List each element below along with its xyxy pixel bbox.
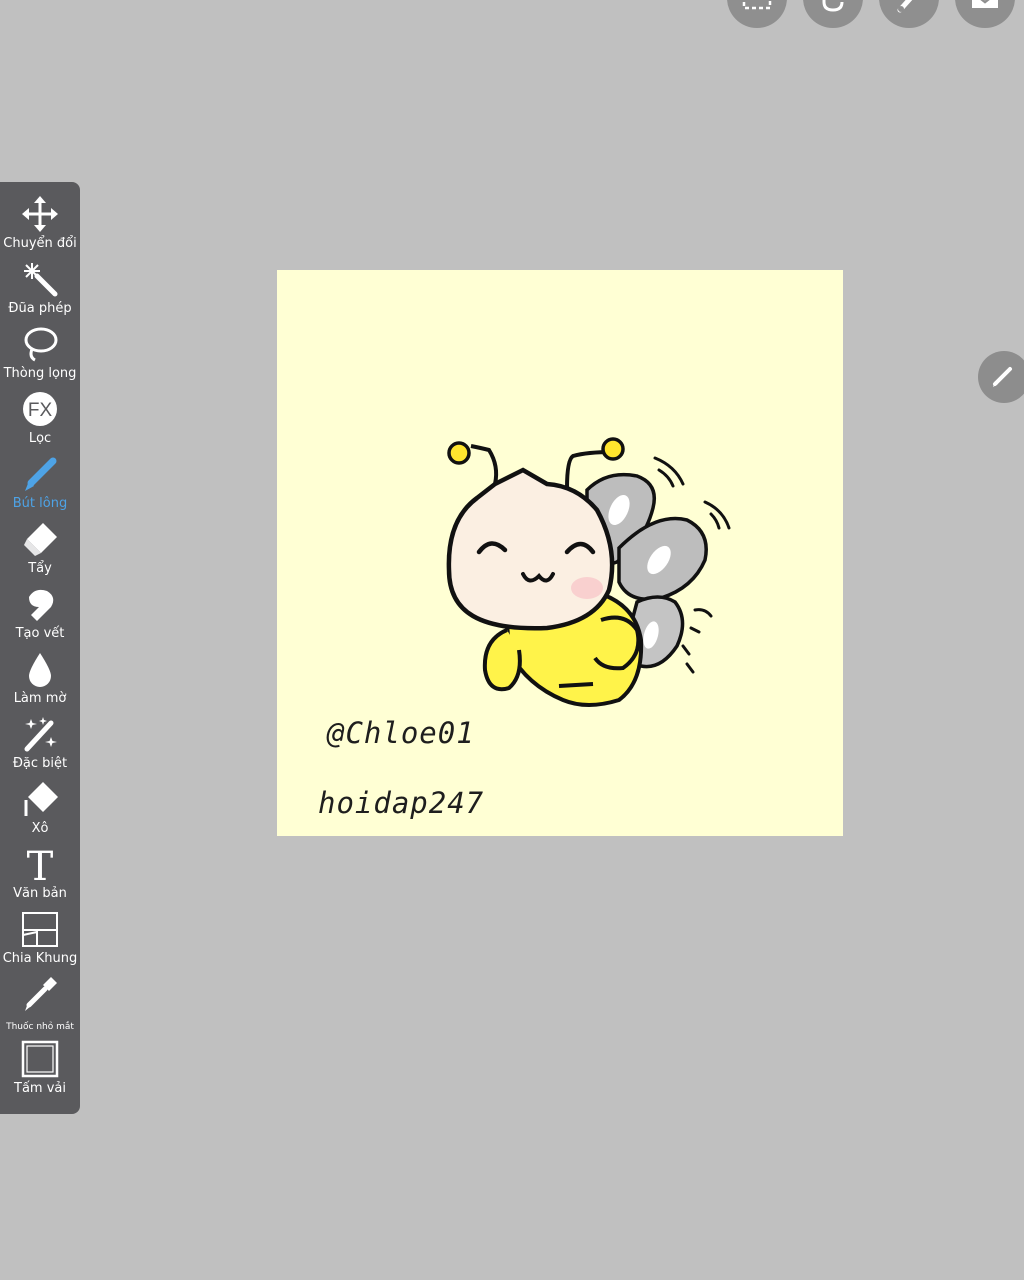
magic-wand-icon [20, 259, 60, 299]
eyedropper-icon [20, 974, 60, 1014]
text-icon: T [20, 844, 60, 884]
pencil-icon [990, 361, 1018, 393]
tool-label: Xô [31, 821, 49, 836]
tool-label: Lọc [28, 431, 52, 446]
blur-drop-icon [20, 649, 60, 689]
smudge-icon [20, 584, 60, 624]
tool-eraser[interactable]: Tẩy [0, 519, 80, 581]
brush-settings-button[interactable] [879, 0, 939, 28]
tool-label: Đặc biệt [12, 756, 68, 771]
selection-icon [740, 0, 774, 20]
tool-label: Làm mờ [13, 691, 67, 706]
tool-lasso[interactable]: Thòng lọng [0, 324, 80, 386]
tool-label: Chuyển đổi [3, 236, 77, 251]
tool-label: Đũa phép [8, 301, 72, 316]
tool-frame-divider[interactable]: Chia Khung [0, 909, 80, 971]
tool-label: Chia Khung [2, 951, 78, 966]
fx-icon: FX [20, 389, 60, 429]
tool-label: Văn bản [13, 886, 67, 901]
signature-watermark: hoidap247 [318, 786, 485, 820]
tool-magic-wand[interactable]: Đũa phép [0, 259, 80, 321]
tool-label: Tạo vết [15, 626, 65, 641]
layers-button[interactable] [955, 0, 1015, 28]
tool-label: Tấm vải [14, 1081, 66, 1096]
tool-canvas[interactable]: Tấm vải [0, 1039, 80, 1101]
tool-label: Thuốc nhỏ mắt [6, 1022, 74, 1032]
tool-special[interactable]: Đặc biệt [0, 714, 80, 776]
sparkle-wand-icon [20, 714, 60, 754]
frame-divider-icon [20, 909, 60, 949]
paint-bucket-icon [20, 779, 60, 819]
tool-smudge[interactable]: Tạo vết [0, 584, 80, 646]
bee-drawing [446, 437, 731, 707]
lasso-icon [20, 324, 60, 364]
tool-label: Tẩy [28, 561, 52, 576]
drawing-canvas[interactable]: @Chloe01 hoidap247 [277, 270, 843, 836]
tool-filter[interactable]: FX Lọc [0, 389, 80, 451]
tool-label: Thòng lọng [3, 366, 77, 381]
tool-label: Bút lông [12, 496, 68, 511]
tool-text[interactable]: T Văn bản [0, 844, 80, 906]
tool-palette: Chuyển đổi Đũa phép Thòng lọng FX Lọc Bú… [0, 182, 80, 1114]
canvas-icon [20, 1039, 60, 1079]
undo-icon [816, 0, 850, 20]
brush-icon [20, 454, 60, 494]
svg-text:FX: FX [28, 400, 53, 421]
signature-author: @Chloe01 [327, 716, 475, 750]
svg-text:T: T [27, 845, 54, 883]
tool-eyedropper[interactable]: Thuốc nhỏ mắt [0, 974, 80, 1036]
eraser-icon [20, 519, 60, 559]
edit-button[interactable] [978, 351, 1024, 403]
layers-icon [968, 0, 1002, 20]
tool-blur[interactable]: Làm mờ [0, 649, 80, 711]
tool-bucket[interactable]: Xô [0, 779, 80, 841]
brush-settings-icon [892, 0, 926, 20]
selection-button[interactable] [727, 0, 787, 28]
move-arrows-icon [20, 194, 60, 234]
tool-transform[interactable]: Chuyển đổi [0, 194, 80, 256]
tool-brush[interactable]: Bút lông [0, 454, 80, 516]
undo-button[interactable] [803, 0, 863, 28]
